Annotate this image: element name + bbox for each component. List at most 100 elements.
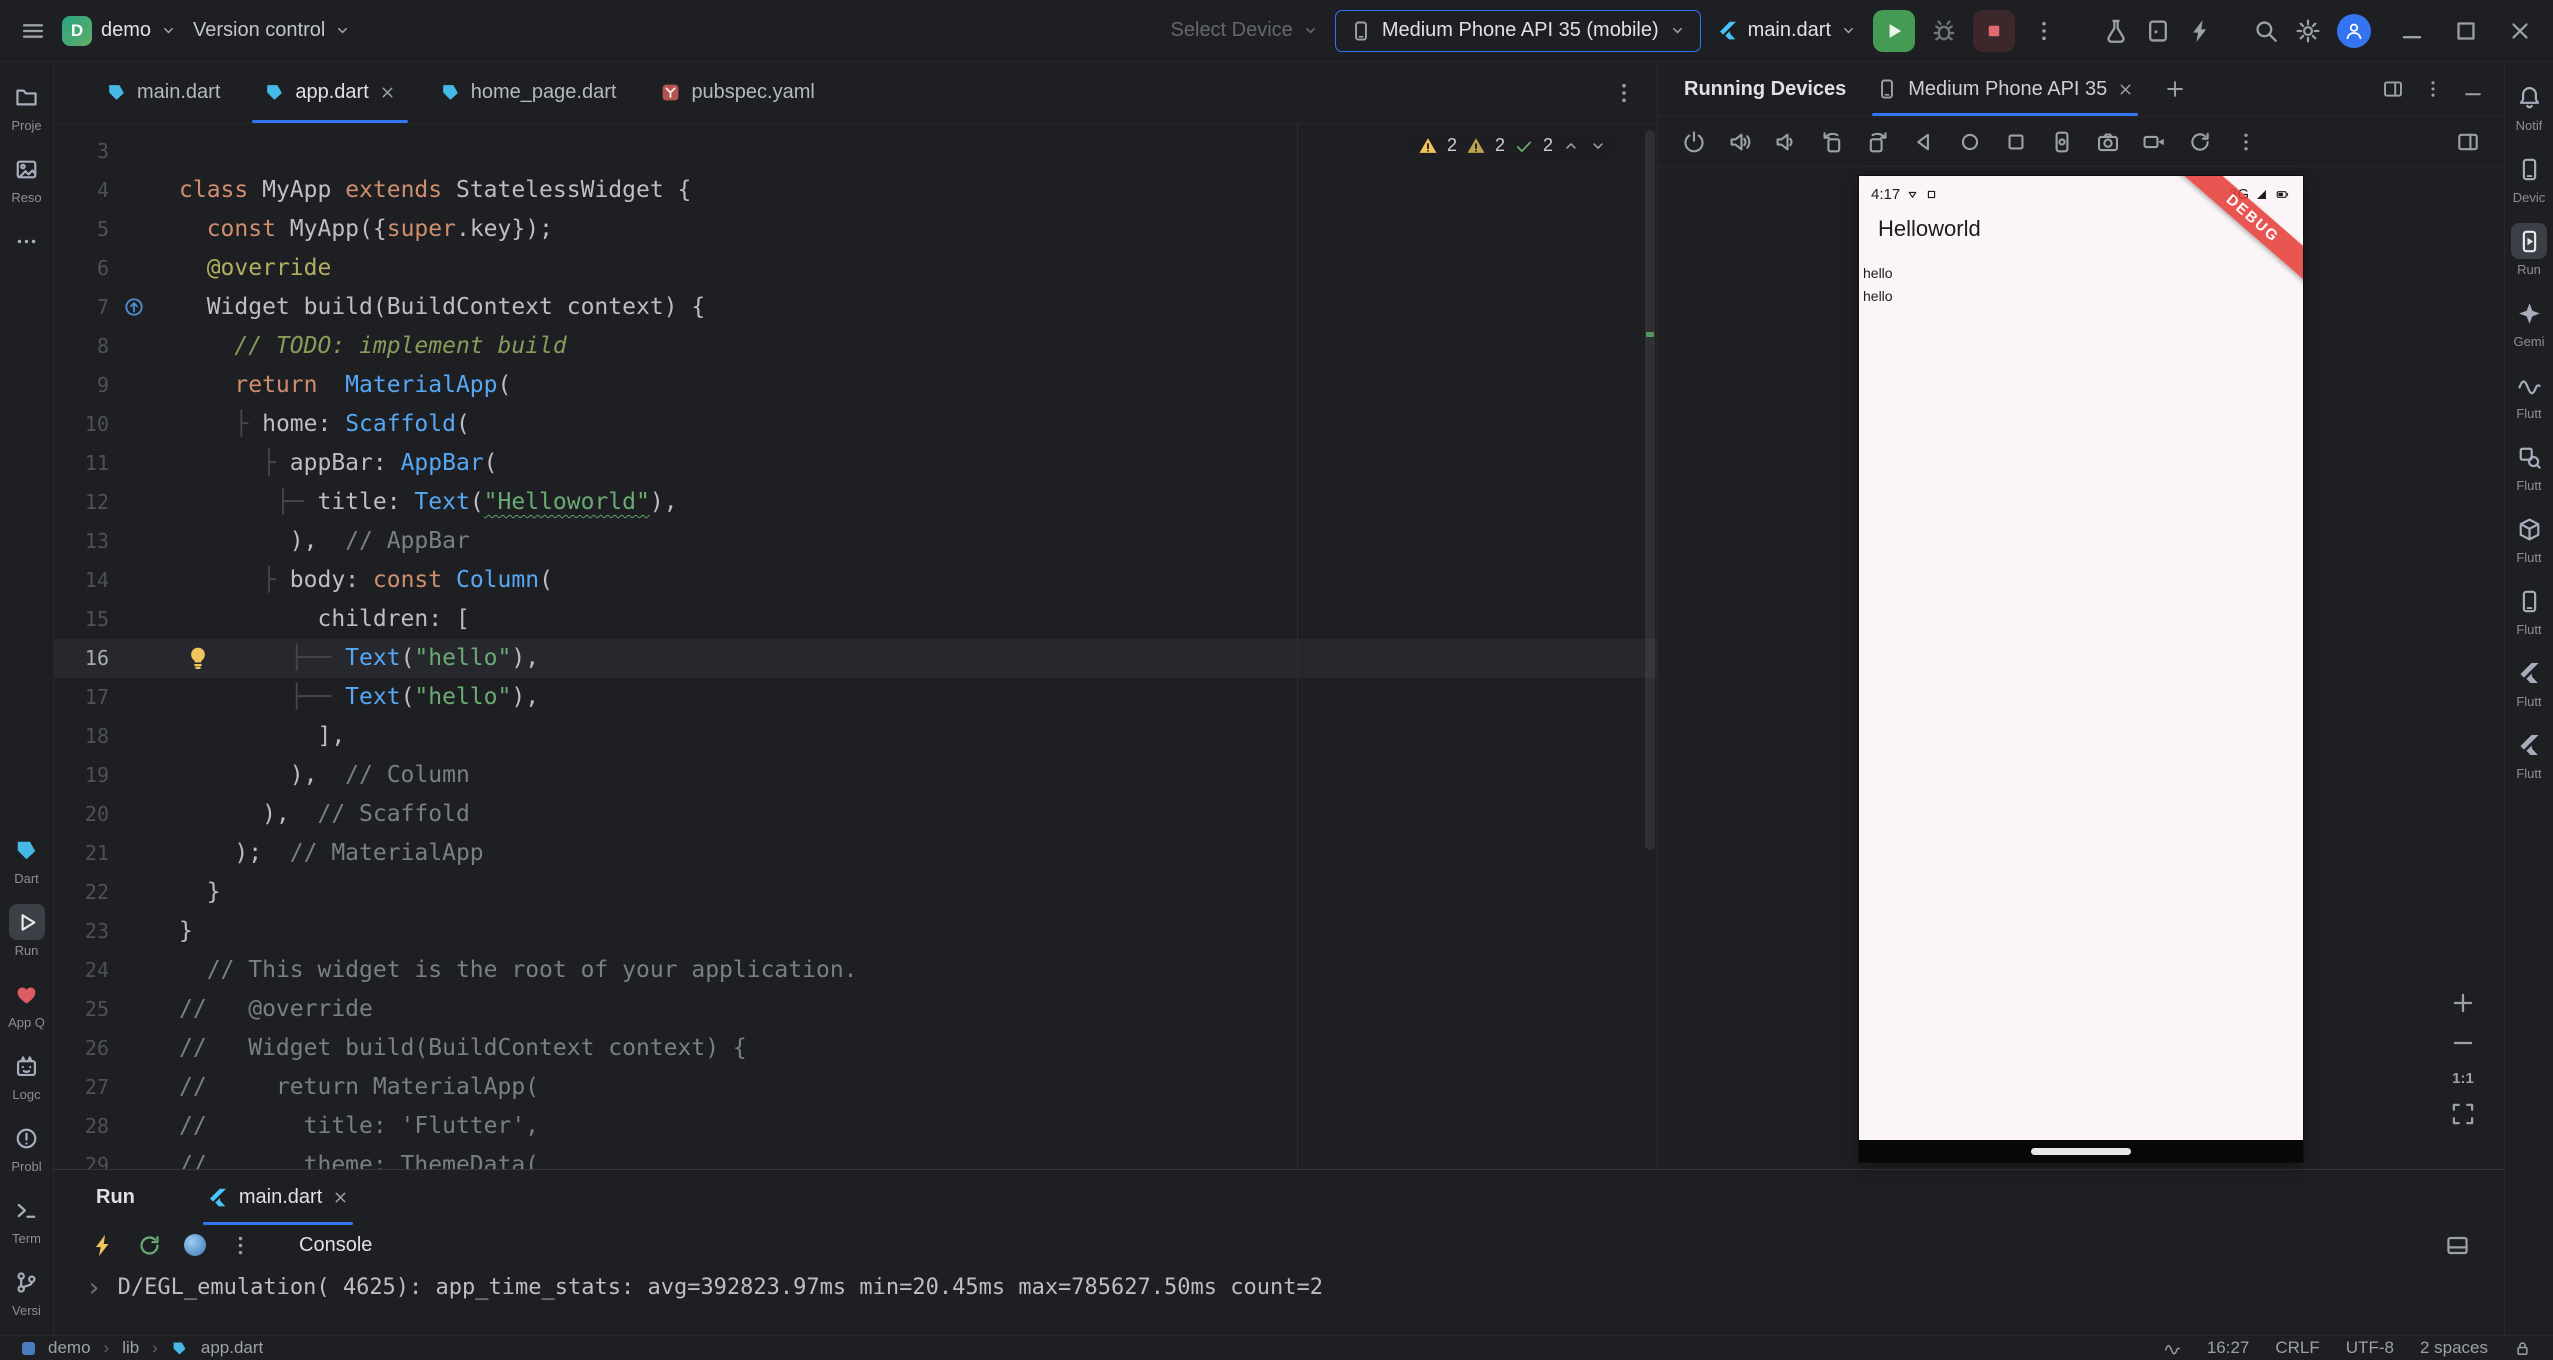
panel-options-icon[interactable] [2422,78,2444,100]
code-line-23[interactable]: 23} [54,912,1657,951]
hot-restart-icon[interactable] [137,1233,162,1258]
device-tab[interactable]: Medium Phone API 35 [1870,62,2140,116]
rail-item-running-devices[interactable]: Run [2505,216,2553,284]
zoom-fit-icon[interactable] [2450,1101,2476,1127]
code-line-27[interactable]: 27// return MaterialApp( [54,1068,1657,1107]
code-line-16[interactable]: 16 ├── Text("hello"), [54,639,1657,678]
maximize-icon[interactable] [2453,18,2479,44]
code-line-24[interactable]: 24 // This widget is the root of your ap… [54,951,1657,990]
editor-scrollbar[interactable] [1643,124,1657,1169]
gesture-bar[interactable] [2031,1148,2131,1155]
code-line-18[interactable]: 18 ], [54,717,1657,756]
scrollbar-thumb[interactable] [1645,130,1655,850]
code-line-20[interactable]: 20 ), // Scaffold [54,795,1657,834]
editor-tab-main.dart[interactable]: main.dart [84,62,242,123]
console-options-icon[interactable] [228,1233,253,1258]
stop-button[interactable] [1973,10,2015,52]
code-line-12[interactable]: 12 ├─ title: Text("Helloworld"), [54,483,1657,522]
editor-tab-pubspec.yaml[interactable]: pubspec.yaml [638,62,836,123]
rail-item-resource-manager[interactable]: Reso [0,144,53,212]
thunderbolt-icon[interactable] [2187,18,2213,44]
code-line-9[interactable]: 9 return MaterialApp( [54,366,1657,405]
rail-item-flutter-performance[interactable]: Flutt [2505,360,2553,428]
rail-item-more-tools[interactable] [0,216,53,266]
close-tab-icon[interactable] [2117,81,2134,98]
rail-item-problems[interactable]: Probl [0,1113,53,1181]
volume-up-icon[interactable] [1728,130,1752,154]
inspections-widget[interactable]: 2 2 2 [1410,132,1615,159]
code-area[interactable]: 34class MyApp extends StatelessWidget {5… [54,124,1657,1169]
code-line-14[interactable]: 14 ├ body: const Column( [54,561,1657,600]
emulator-screen[interactable]: 4:17 3G Helloworld [1859,176,2303,1162]
rail-item-flutter-inspector[interactable]: Flutt [2505,432,2553,500]
line-separator[interactable]: CRLF [2275,1338,2319,1358]
code-line-25[interactable]: 25// @override [54,990,1657,1029]
breadcrumb-folder[interactable]: lib [122,1338,139,1358]
project-selector[interactable]: D demo [62,16,177,46]
window-layout-icon[interactable] [2382,78,2404,100]
rail-item-project[interactable]: Proje [0,72,53,140]
devtools-icon[interactable] [184,1234,206,1256]
layout-icon[interactable] [2445,1233,2470,1258]
select-device-dropdown[interactable]: Select Device [1171,19,1319,42]
add-device-icon[interactable] [2164,78,2186,100]
lock-icon[interactable] [2514,1340,2531,1357]
next-problem-icon[interactable] [1589,137,1607,155]
rotate-right-icon[interactable] [1866,130,1890,154]
run-button[interactable] [1873,10,1915,52]
code-line-21[interactable]: 21 ); // MaterialApp [54,834,1657,873]
record-icon[interactable] [2142,130,2166,154]
close-tab-icon[interactable] [379,84,396,101]
settings-icon[interactable] [2295,18,2321,44]
rail-item-flutter-emulator[interactable]: Flutt [2505,576,2553,644]
code-line-8[interactable]: 8 // TODO: implement build [54,327,1657,366]
search-icon[interactable] [2253,18,2279,44]
rail-item-run[interactable]: Run [0,897,53,965]
kebab-icon[interactable] [2234,130,2258,154]
code-line-7[interactable]: 7 Widget build(BuildContext context) { [54,288,1657,327]
tab-options-icon[interactable] [1611,80,1637,106]
code-line-26[interactable]: 26// Widget build(BuildContext context) … [54,1029,1657,1068]
display-mode-icon[interactable] [2456,130,2480,154]
hot-reload-icon[interactable] [90,1233,115,1258]
breadcrumb-file[interactable]: app.dart [201,1338,263,1358]
rail-item-logcat[interactable]: Logc [0,1041,53,1109]
rail-item-flutter-outline[interactable]: Flutt [2505,648,2553,716]
profiler-icon[interactable] [2103,18,2129,44]
code-line-10[interactable]: 10 ├ home: Scaffold( [54,405,1657,444]
version-control-menu[interactable]: Version control [193,19,351,42]
analysis-icon[interactable] [2164,1340,2181,1357]
close-icon[interactable] [2507,18,2533,44]
run-configuration-dropdown[interactable]: main.dart [1717,19,1857,42]
editor-tab-home_page.dart[interactable]: home_page.dart [418,62,639,123]
rail-item-terminal[interactable]: Term [0,1185,53,1253]
hide-panel-icon[interactable] [2462,78,2484,100]
override-marker-icon[interactable] [123,296,145,318]
code-line-22[interactable]: 22 } [54,873,1657,912]
code-line-28[interactable]: 28// title: 'Flutter', [54,1107,1657,1146]
editor-tab-app.dart[interactable]: app.dart [242,62,417,123]
running-devices-title[interactable]: Running Devices [1684,78,1846,101]
rail-item-notifications[interactable]: Notif [2505,72,2553,140]
code-line-6[interactable]: 6 @override [54,249,1657,288]
rail-item-flutter-samples[interactable]: Flutt [2505,720,2553,788]
screenshot-icon[interactable] [2050,130,2074,154]
code-line-17[interactable]: 17 ├── Text("hello"), [54,678,1657,717]
restart-icon[interactable] [2188,130,2212,154]
rail-item-dart-analysis[interactable]: Dart [0,825,53,893]
console-tab[interactable]: Console [299,1234,372,1257]
zoom-in-icon[interactable] [2450,990,2476,1016]
device-mirror-icon[interactable] [2145,18,2171,44]
rail-item-app-quality-insights[interactable]: App Q [0,969,53,1037]
rail-item-flutter-packages[interactable]: Flutt [2505,504,2553,572]
code-line-29[interactable]: 29// theme: ThemeData( [54,1146,1657,1169]
zoom-out-icon[interactable] [2450,1030,2476,1056]
home-icon[interactable] [1958,130,1982,154]
indent-style[interactable]: 2 spaces [2420,1338,2488,1358]
run-tab[interactable]: main.dart [199,1170,357,1225]
camera-icon[interactable] [2096,130,2120,154]
more-actions-icon[interactable] [2031,18,2057,44]
code-line-11[interactable]: 11 ├ appBar: AppBar( [54,444,1657,483]
file-encoding[interactable]: UTF-8 [2346,1338,2394,1358]
rotate-left-icon[interactable] [1820,130,1844,154]
